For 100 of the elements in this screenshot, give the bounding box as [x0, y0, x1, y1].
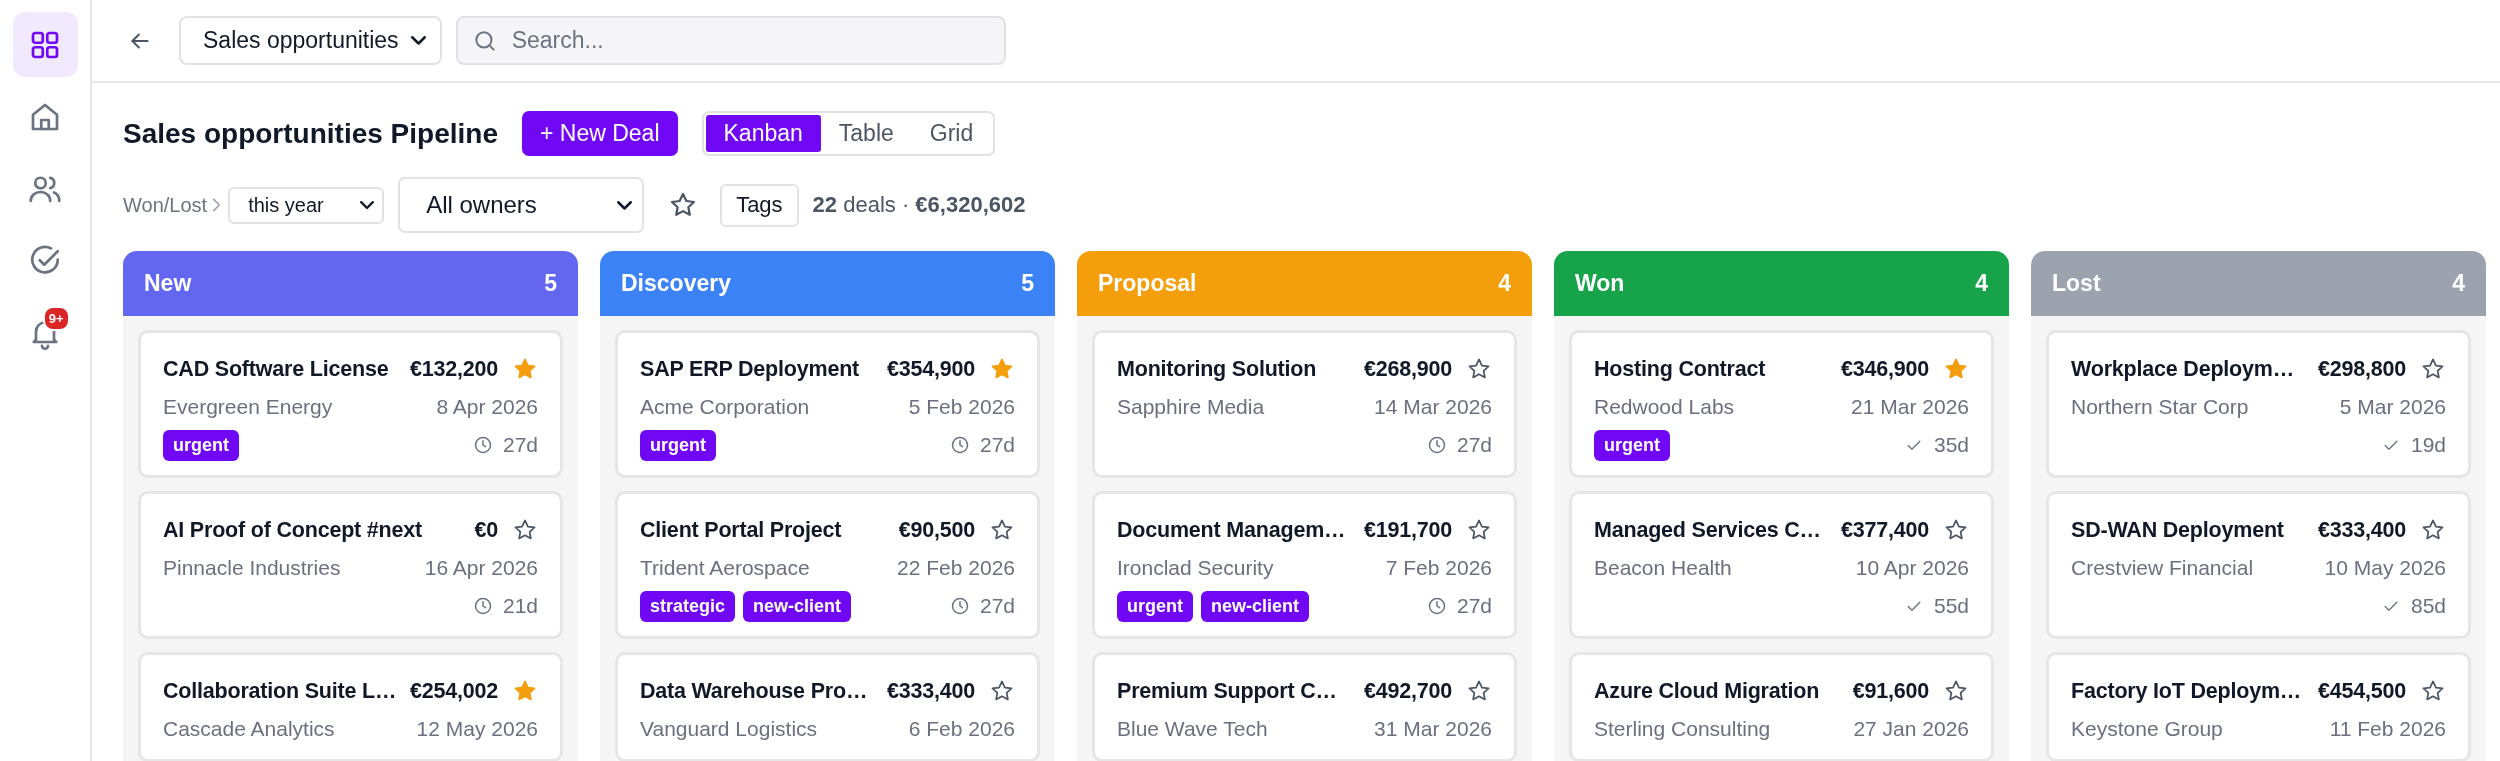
- deal-title: Managed Services C…: [1594, 517, 1822, 543]
- company-name: Pinnacle Industries: [163, 556, 341, 580]
- clock-icon: [949, 596, 970, 616]
- deal-age: 19d: [2410, 433, 2446, 457]
- chevron-down-icon: [410, 36, 426, 45]
- view-select[interactable]: Sales opportunities: [179, 16, 442, 65]
- deal-date: 14 Mar 2026: [1374, 395, 1492, 419]
- column-count: 4: [2452, 270, 2465, 297]
- deal-amount: €268,900: [1363, 356, 1452, 382]
- page-title: Sales opportunities Pipeline: [123, 117, 498, 150]
- deal-age: 21d: [502, 594, 538, 618]
- deal-amount: €346,900: [1840, 356, 1929, 382]
- tag-label: urgent: [1117, 590, 1193, 622]
- deal-date: 8 Apr 2026: [436, 395, 538, 419]
- sidebar-item[interactable]: 9+: [12, 300, 78, 365]
- tag-label: new-client: [743, 590, 852, 622]
- company-name: Beacon Health: [1594, 556, 1732, 580]
- deal-title: SD-WAN Deployment: [2071, 517, 2285, 543]
- deal-amount: €333,400: [2317, 517, 2406, 543]
- deal-amount: €191,700: [1363, 517, 1452, 543]
- tag-label: strategic: [640, 590, 736, 622]
- deal-title: Premium Support C…: [1117, 678, 1338, 704]
- deal-amount: €132,200: [409, 356, 498, 382]
- deal-amount: €333,400: [886, 678, 975, 704]
- column-count: 5: [1021, 270, 1034, 297]
- deal-age: 27d: [1456, 594, 1492, 618]
- owner-select[interactable]: All owners: [398, 177, 645, 233]
- company-name: Cascade Analytics: [163, 717, 335, 741]
- view-tab[interactable]: Kanban: [705, 115, 821, 152]
- company-name: Keystone Group: [2071, 717, 2223, 741]
- deal-date: 21 Mar 2026: [1851, 395, 1969, 419]
- deal-title: CAD Software License: [163, 356, 390, 382]
- sidebar-item[interactable]: [12, 12, 78, 77]
- company-name: Evergreen Energy: [163, 395, 333, 419]
- deal-age: 85d: [2410, 594, 2446, 618]
- new-deal-button[interactable]: + New Deal: [521, 111, 678, 156]
- company-name: Sapphire Media: [1117, 395, 1265, 419]
- tag-label: new-client: [1201, 590, 1309, 622]
- deal-title: Monitoring Solution: [1117, 356, 1318, 382]
- company-name: Redwood Labs: [1594, 395, 1735, 419]
- clock-icon: [472, 435, 493, 455]
- breadcrumb-link[interactable]: Won/Lost: [123, 193, 208, 217]
- company-name: Northern Star Corp: [2071, 395, 2249, 419]
- deal-title: Azure Cloud Migration: [1594, 678, 1821, 704]
- deal-amount: €298,800: [2317, 356, 2406, 382]
- deal-date: 16 Apr 2026: [424, 556, 538, 580]
- company-name: Crestview Financial: [2071, 556, 2254, 580]
- deal-age: 35d: [1933, 433, 1969, 457]
- tag-label: urgent: [640, 429, 716, 461]
- deal-amount: €90,500: [898, 517, 975, 543]
- deal-title: Hosting Contract: [1594, 356, 1767, 382]
- deal-title: Document Managem…: [1117, 517, 1347, 543]
- deal-amount: €0: [474, 517, 498, 543]
- tag-label: urgent: [1594, 429, 1670, 461]
- deal-date: 5 Mar 2026: [2339, 395, 2446, 419]
- chevron-down-icon: [360, 200, 375, 210]
- deal-date: 10 Apr 2026: [1855, 556, 1969, 580]
- deal-amount: €377,400: [1840, 517, 1929, 543]
- deal-date: 11 Feb 2026: [2329, 717, 2446, 741]
- deal-date: 6 Feb 2026: [908, 717, 1015, 741]
- deal-age: 27d: [1456, 433, 1492, 457]
- company-name: Vanguard Logistics: [640, 717, 818, 741]
- deal-age: 27d: [502, 433, 538, 457]
- search-field[interactable]: Search...: [455, 16, 1006, 65]
- deal-title: AI Proof of Concept #next: [163, 517, 423, 543]
- deal-amount: €354,900: [886, 356, 975, 382]
- deal-amount: €254,002: [409, 678, 498, 704]
- deal-date: 7 Feb 2026: [1385, 556, 1492, 580]
- chevron-right-icon: [213, 199, 221, 211]
- deal-title: Collaboration Suite L…: [163, 678, 398, 704]
- column-title: Lost: [2052, 270, 2101, 297]
- column-title: Discovery: [621, 270, 731, 297]
- deal-date: 31 Mar 2026: [1374, 717, 1492, 741]
- company-name: Acme Corporation: [640, 395, 810, 419]
- column-count: 4: [1498, 270, 1511, 297]
- period-select[interactable]: this year: [228, 186, 385, 224]
- company-name: Sterling Consulting: [1594, 717, 1771, 741]
- deal-title: Data Warehouse Pro…: [640, 678, 869, 704]
- deal-date: 27 Jan 2026: [1853, 717, 1969, 741]
- deal-date: 12 May 2026: [416, 717, 538, 741]
- clock-icon: [1426, 596, 1447, 616]
- deal-amount: €91,600: [1852, 678, 1929, 704]
- column-title: New: [144, 270, 192, 297]
- deal-age: 55d: [1933, 594, 1969, 618]
- tag-label: urgent: [163, 429, 239, 461]
- deal-title: Workplace Deploym…: [2071, 356, 2295, 382]
- company-name: Blue Wave Tech: [1117, 717, 1268, 741]
- deal-amount: €492,700: [1363, 678, 1452, 704]
- deal-title: Client Portal Project: [640, 517, 843, 543]
- deal-date: 5 Feb 2026: [908, 395, 1015, 419]
- notification-badge: 9+: [42, 306, 70, 331]
- clock-icon: [472, 596, 493, 616]
- column-title: Proposal: [1098, 270, 1197, 297]
- clock-icon: [949, 435, 970, 455]
- column-count: 5: [544, 270, 557, 297]
- clock-icon: [1426, 435, 1447, 455]
- deal-date: 22 Feb 2026: [897, 556, 1015, 580]
- tags-button[interactable]: Tags: [720, 183, 799, 227]
- deal-date: 10 May 2026: [2324, 556, 2446, 580]
- chevron-down-icon: [617, 200, 633, 210]
